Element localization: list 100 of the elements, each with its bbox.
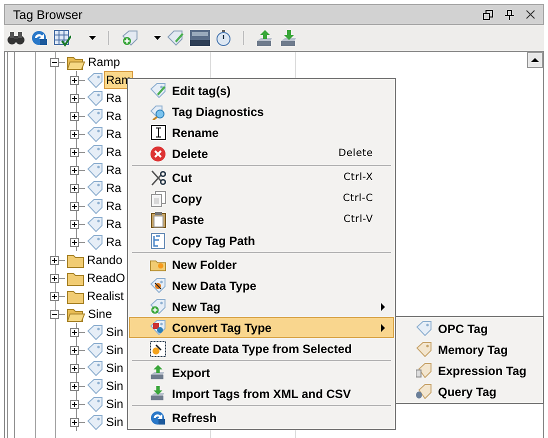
tree-item[interactable]: Ra (104, 125, 124, 143)
tag-icon (87, 126, 103, 142)
tree-item[interactable]: Ra (104, 233, 124, 251)
binoculars-icon[interactable] (7, 30, 25, 46)
copy-icon (150, 190, 166, 206)
expand-icon[interactable] (50, 292, 59, 300)
text-cursor-icon (150, 125, 166, 140)
menu-item[interactable]: Import Tags from XML and CSV (129, 383, 394, 404)
menu-item[interactable]: Rename (129, 122, 394, 143)
tree-item[interactable]: Sin (104, 395, 126, 413)
tag-icon (87, 234, 103, 250)
menu-item[interactable]: Create Data Type from Selected (129, 338, 394, 359)
menu-item[interactable]: Export (129, 362, 394, 383)
close-icon[interactable] (526, 10, 535, 19)
refresh-icon (150, 410, 166, 426)
menu-item[interactable]: Memory Tag (397, 339, 542, 360)
folder-icon (67, 288, 84, 304)
add-tag-icon[interactable] (121, 30, 138, 46)
menu-item[interactable]: OPC Tag (397, 318, 542, 339)
query-tag-icon (416, 384, 432, 399)
menu-item[interactable]: Cut Ctrl-X (129, 167, 394, 188)
tag-icon (87, 198, 103, 214)
tree-item[interactable]: Ramp (86, 53, 122, 71)
menu-item[interactable]: Tag Diagnostics (129, 101, 394, 122)
tag-icon (87, 216, 103, 232)
tree-item[interactable]: Sin (104, 323, 126, 341)
menu-item[interactable]: New Tag (129, 296, 394, 317)
expand-icon[interactable] (50, 256, 59, 264)
caret-icon[interactable] (154, 36, 161, 40)
tree-item[interactable]: Sin (104, 359, 126, 377)
tree-item[interactable]: Realist (85, 287, 126, 305)
collapse-icon[interactable] (50, 58, 59, 66)
expand-icon[interactable] (70, 166, 79, 174)
new-tag-icon (150, 299, 166, 314)
caret-icon[interactable] (89, 36, 96, 40)
menu-item[interactable]: New Folder (129, 254, 394, 275)
expand-icon[interactable] (70, 130, 79, 138)
folder-icon (67, 270, 84, 286)
tag-icon (87, 72, 103, 88)
menu-item[interactable]: Convert Tag Type (129, 317, 394, 338)
expand-icon[interactable] (70, 364, 79, 372)
tree-item[interactable]: Sin (104, 413, 126, 431)
tree-item[interactable]: Ra (104, 197, 124, 215)
import-icon[interactable] (280, 30, 298, 46)
expand-icon[interactable] (70, 148, 79, 156)
refresh-icon[interactable] (31, 30, 48, 46)
expand-icon[interactable] (70, 238, 79, 246)
expand-icon[interactable] (70, 346, 79, 354)
expand-icon[interactable] (70, 328, 79, 336)
panel-title: Tag Browser (13, 8, 84, 22)
menu-item[interactable]: Expression Tag (397, 360, 542, 381)
tag-icon (87, 360, 103, 376)
tree-item[interactable]: ReadO (85, 269, 128, 287)
expand-icon[interactable] (70, 382, 79, 390)
expand-icon[interactable] (70, 76, 79, 84)
menu-item[interactable]: Query Tag (397, 381, 542, 402)
server-icon[interactable] (190, 30, 210, 46)
export-icon[interactable] (256, 30, 274, 46)
clipboard-icon (150, 212, 166, 228)
expand-icon[interactable] (70, 112, 79, 120)
expand-icon[interactable] (70, 400, 79, 408)
edit-tag-icon (150, 83, 166, 98)
menu-item[interactable]: Refresh (129, 407, 394, 428)
expand-icon[interactable] (50, 274, 59, 282)
restore-icon[interactable] (483, 10, 493, 20)
tag-icon (87, 144, 103, 160)
menu-item[interactable]: Copy Ctrl-C (129, 188, 394, 209)
tree-item[interactable]: Ra (104, 143, 124, 161)
menu-item[interactable]: Delete Delete (129, 143, 394, 164)
pin-icon[interactable] (505, 10, 514, 20)
scroll-up-button[interactable] (527, 52, 543, 68)
collapse-icon[interactable] (50, 310, 59, 318)
menu-item[interactable]: Copy Tag Path (129, 230, 394, 251)
magnifier-icon (150, 104, 166, 120)
expand-icon[interactable] (70, 220, 79, 228)
tree-item[interactable]: Sine (86, 305, 114, 323)
grid-icon[interactable] (54, 30, 71, 46)
menu-item[interactable]: Paste Ctrl-V (129, 209, 394, 230)
tree-item[interactable]: Ra (104, 89, 124, 107)
convert-tag-icon (150, 320, 166, 335)
expand-icon[interactable] (70, 418, 79, 426)
expand-icon[interactable] (70, 94, 79, 102)
tag-icon (416, 321, 432, 336)
expression-tag-icon (416, 363, 432, 378)
scissors-icon (150, 170, 166, 186)
tag-icon (87, 162, 103, 178)
tag-icon (87, 414, 103, 430)
tree-item[interactable]: Ra (104, 107, 124, 125)
tree-item[interactable]: Ra (104, 215, 124, 233)
expand-icon[interactable] (70, 202, 79, 210)
tree-item[interactable]: Sin (104, 377, 126, 395)
expand-icon[interactable] (70, 184, 79, 192)
menu-item[interactable]: New Data Type (129, 275, 394, 296)
tag-icon (87, 342, 103, 358)
stopwatch-icon[interactable] (216, 30, 231, 46)
tree-item[interactable]: Ra (104, 161, 124, 179)
tree-item[interactable]: Rando (85, 251, 124, 269)
tree-item[interactable]: Sin (104, 341, 126, 359)
tree-item[interactable]: Ra (104, 179, 124, 197)
path-icon (151, 232, 165, 248)
